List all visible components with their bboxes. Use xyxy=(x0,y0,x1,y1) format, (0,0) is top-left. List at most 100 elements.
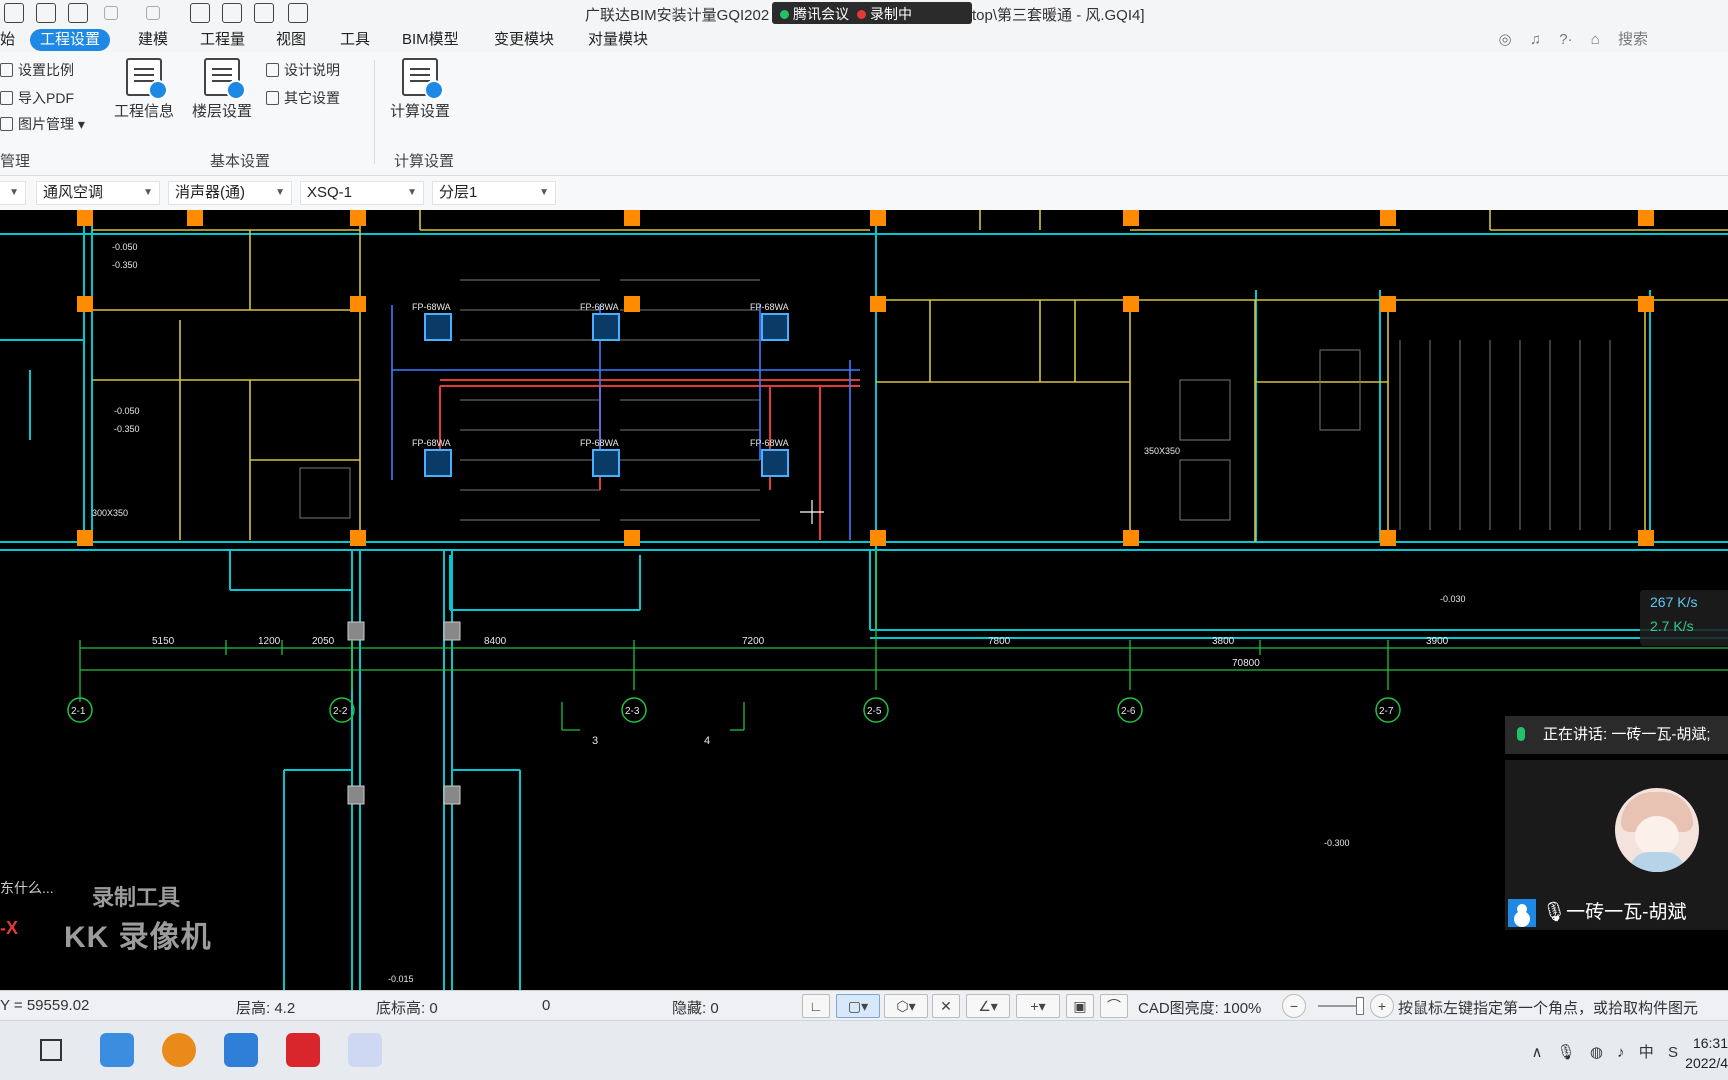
title-bar: 广联达BIM安装计量GQI202 腾讯会议 录制中 top\第三套暖通 - 风.G… xyxy=(0,0,1728,26)
dimension-value: 5150 xyxy=(152,636,175,647)
design-notes-button[interactable]: 设计说明 xyxy=(266,60,340,80)
layer-select[interactable]: 分层1 ▼ xyxy=(432,181,556,205)
watermark-line2: KK 录像机 xyxy=(64,921,212,954)
notes-app-icon[interactable] xyxy=(100,1033,134,1067)
tab-bim-model[interactable]: BIM模型 xyxy=(392,29,469,51)
cad-canvas[interactable]: FP-68WA FP-68WA FP-68WA FP-68WA FP-68WA … xyxy=(0,210,1728,990)
3d-view-button[interactable]: ⬡▾ xyxy=(884,994,928,1018)
section-label: 4 xyxy=(704,735,710,747)
photos-app-icon[interactable] xyxy=(224,1033,258,1067)
level-marks: -0.050 -0.350 -0.050 -0.350 -0.030 -0.30… xyxy=(92,242,1466,984)
cancel-tool-button[interactable]: ✕ xyxy=(932,994,960,1018)
project-info-button[interactable]: 工程信息 xyxy=(114,58,174,121)
coordinate-readout: Y = 59559.02 xyxy=(0,997,90,1014)
network-icon[interactable]: ◍ xyxy=(1590,1044,1603,1061)
dimension-value: 7800 xyxy=(988,636,1011,647)
dimension-value: 1200 xyxy=(258,636,281,647)
search-button[interactable]: 搜索 xyxy=(1618,31,1648,48)
tab-reconcile-module[interactable]: 对量模块 xyxy=(578,29,658,51)
columns xyxy=(77,210,1654,546)
axis-label: 2-5 xyxy=(867,706,882,717)
gqi-app-icon[interactable] xyxy=(348,1033,382,1067)
zoom-out-button[interactable]: − xyxy=(1282,994,1306,1018)
floor-settings-button[interactable]: 楼层设置 xyxy=(192,58,252,121)
undo-icon[interactable] xyxy=(104,6,118,20)
level-mark: -0.350 xyxy=(112,260,138,270)
cad-drawing[interactable]: FP-68WA FP-68WA FP-68WA FP-68WA FP-68WA … xyxy=(0,210,1728,990)
chevron-up-icon[interactable]: ∧ xyxy=(1531,1044,1542,1061)
display-button[interactable]: ▣ xyxy=(1066,994,1094,1018)
floor-select[interactable]: ▼ xyxy=(0,181,26,205)
angle-button[interactable]: ∠▾ xyxy=(966,994,1010,1018)
component-select[interactable]: XSQ-1 ▼ xyxy=(300,181,424,205)
menu-bar: 始 工程设置 建模 工程量 视图 工具 BIM模型 变更模块 对量模块 xyxy=(0,26,1728,52)
import-pdf-button[interactable]: 导入PDF xyxy=(0,88,74,108)
image-manage-button[interactable]: 图片管理 ▾ xyxy=(0,114,85,134)
axis-label: 2-6 xyxy=(1121,706,1136,717)
import-pdf-label: 导入PDF xyxy=(18,90,74,106)
network-speed-widget[interactable]: 267 K/s 2.7 K/s xyxy=(1640,590,1728,646)
clock[interactable]: 16:31 2022/4 xyxy=(1684,1033,1728,1073)
set-scale-label: 设置比例 xyxy=(18,62,74,78)
task-view-icon[interactable] xyxy=(40,1039,62,1061)
brightness-slider[interactable] xyxy=(1318,997,1364,1015)
tab-quantities[interactable]: 工程量 xyxy=(190,29,255,51)
axis-label: 2-2 xyxy=(333,706,348,717)
participant-name-tag: 🎙一砖一瓦-胡斌 xyxy=(1508,898,1686,928)
clock-date: 2022/4 xyxy=(1685,1055,1728,1071)
app-title-suffix: top\第三套暖通 - 风.GQI4] xyxy=(972,7,1145,24)
glodon-app-icon[interactable] xyxy=(286,1033,320,1067)
set-scale-button[interactable]: 设置比例 xyxy=(0,60,74,80)
search-hint[interactable]: 东什么... xyxy=(0,878,54,898)
level-mark: -0.015 xyxy=(388,974,414,984)
table-icon[interactable] xyxy=(222,3,242,23)
help-button[interactable]: ?· xyxy=(1559,31,1572,48)
project-info-label: 工程信息 xyxy=(114,103,175,120)
dimension-values: 5150 1200 2050 8400 7200 7800 3800 3900 … xyxy=(152,636,1449,669)
dimension-value: 70800 xyxy=(1232,658,1260,669)
tab-tools[interactable]: 工具 xyxy=(330,29,380,51)
new-file-icon[interactable] xyxy=(4,3,24,23)
mic-icon[interactable]: 🎙 xyxy=(1557,1044,1576,1061)
arc-button[interactable]: ⌒ xyxy=(1100,994,1128,1018)
tab-start[interactable]: 始 xyxy=(0,29,25,51)
other-settings-button[interactable]: 其它设置 xyxy=(266,88,340,108)
select-mode-button[interactable]: ▢▾ xyxy=(836,994,880,1018)
tab-modeling[interactable]: 建模 xyxy=(128,29,178,51)
dimension-value: 3900 xyxy=(1426,636,1449,647)
report-icon[interactable] xyxy=(254,3,274,23)
ime-indicator[interactable]: 中 xyxy=(1639,1044,1654,1061)
calc-settings-button[interactable]: 计算设置 xyxy=(390,58,450,121)
save-icon[interactable] xyxy=(68,3,88,23)
component-type-select[interactable]: 消声器(通) ▼ xyxy=(168,181,292,205)
tab-view[interactable]: 视图 xyxy=(266,29,316,51)
user-icon xyxy=(1508,898,1536,927)
tab-change-module[interactable]: 变更模块 xyxy=(484,29,564,51)
pet-app-icon[interactable] xyxy=(162,1033,196,1067)
elevation-button[interactable]: +▾ xyxy=(1016,994,1060,1018)
open-folder-icon[interactable] xyxy=(36,3,56,23)
zoom-in-button[interactable]: + xyxy=(1370,994,1394,1018)
sum-icon[interactable] xyxy=(190,3,210,23)
specialty-select[interactable]: 通风空调 ▼ xyxy=(36,181,160,205)
export-icon[interactable] xyxy=(288,3,308,23)
ortho-button[interactable]: ∟ xyxy=(802,994,830,1018)
volume-icon[interactable]: ♪ xyxy=(1617,1044,1625,1061)
tab-project-settings[interactable]: 工程设置 xyxy=(30,29,111,51)
antivirus-icon[interactable]: S xyxy=(1668,1044,1678,1061)
meeting-status-icon xyxy=(780,10,789,19)
user-icon[interactable]: ◎ xyxy=(1499,31,1512,48)
redo-icon[interactable] xyxy=(146,6,160,20)
headset-icon[interactable]: ♫ xyxy=(1530,31,1541,48)
slider-thumb[interactable] xyxy=(1356,997,1364,1015)
shirt-icon[interactable]: ⌂ xyxy=(1591,31,1600,48)
recorder-watermark: 录制工具 KK 录像机 xyxy=(64,880,212,956)
operation-hint: 按鼠标左键指定第一个角点，或拾取构件图元 xyxy=(1398,1000,1699,1017)
recording-label: 录制中 xyxy=(870,6,912,22)
meeting-badge[interactable]: 腾讯会议 录制中 xyxy=(772,2,972,24)
avatar xyxy=(1615,788,1699,872)
section-label: 3 xyxy=(592,735,598,747)
image-manage-label: 图片管理 xyxy=(18,116,74,132)
duct-size-label: 300X350 xyxy=(92,508,128,518)
scale-icon xyxy=(0,63,13,77)
